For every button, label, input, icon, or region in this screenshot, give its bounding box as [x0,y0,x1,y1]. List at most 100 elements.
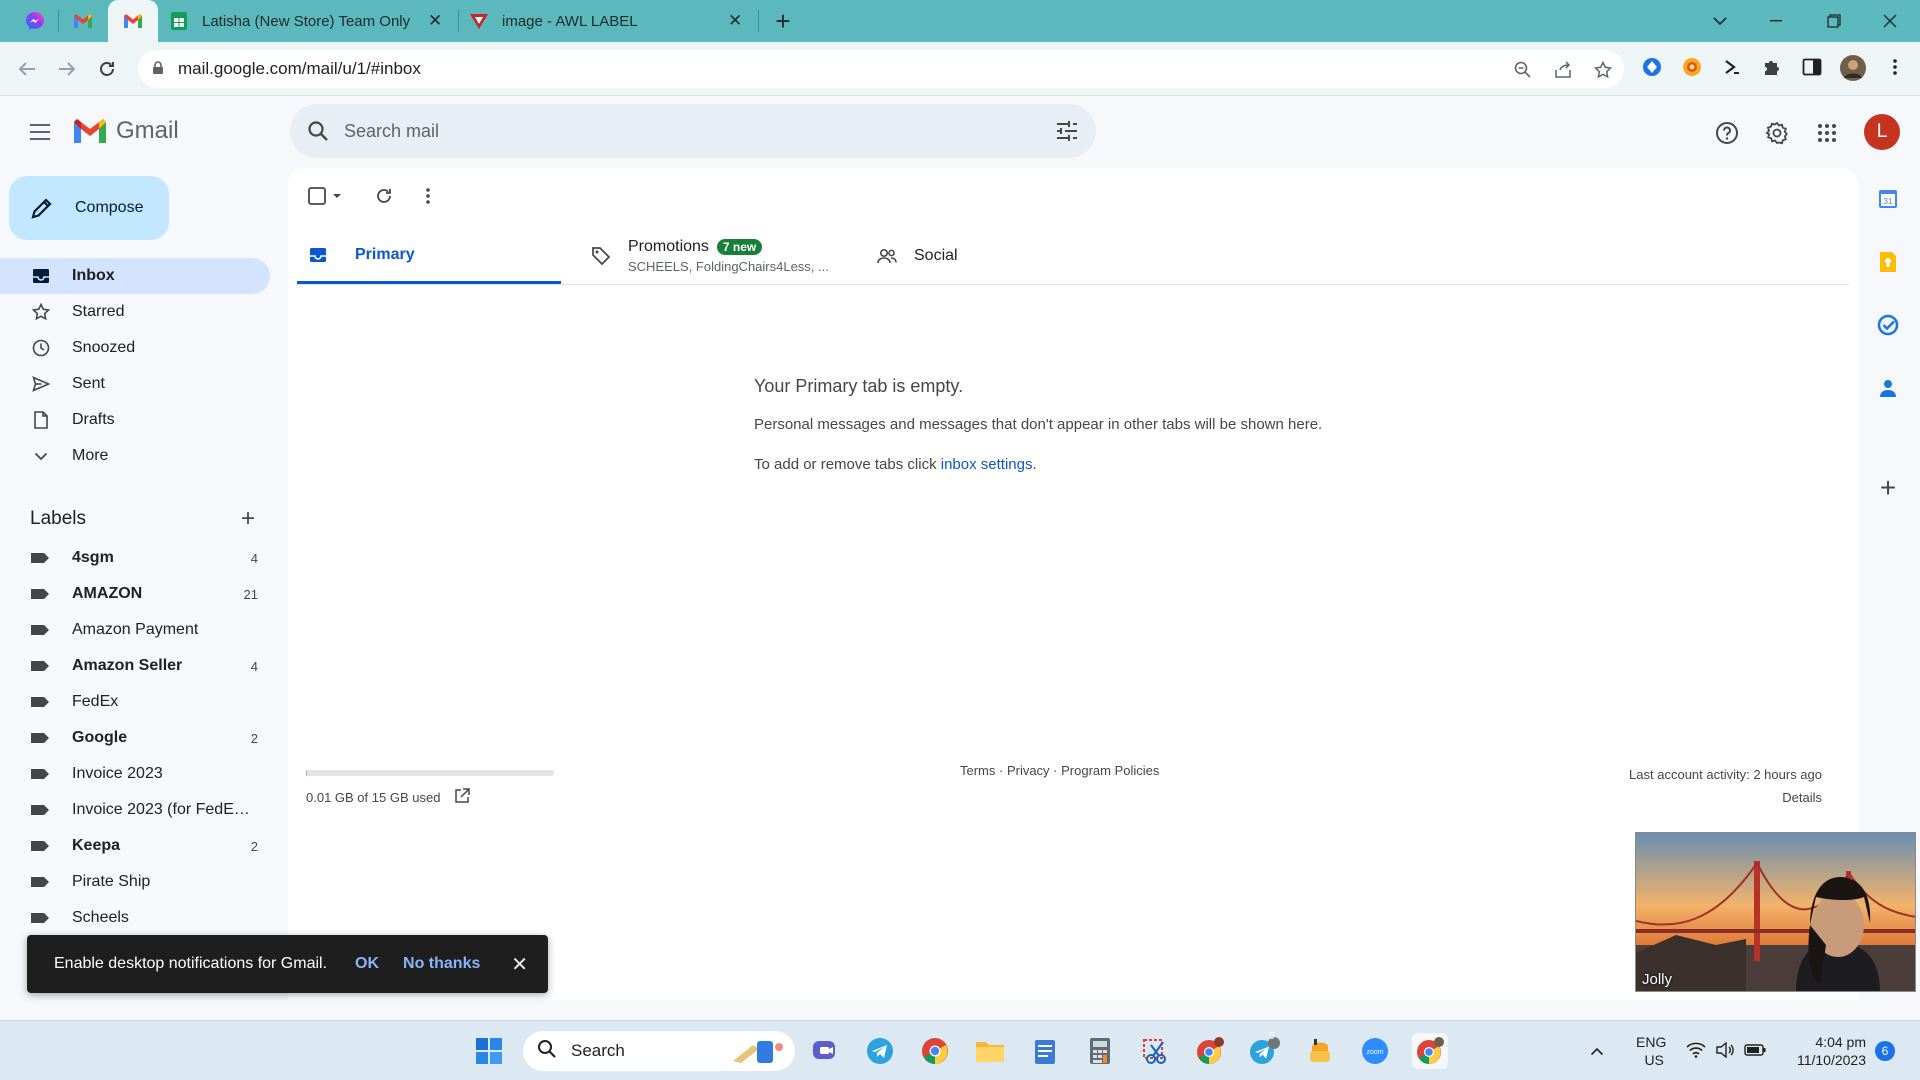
nav-drafts[interactable]: Drafts [0,402,270,438]
google-calendar-icon[interactable]: 31 [1873,184,1903,214]
system-tray-icons[interactable] [1686,1021,1766,1080]
create-label-plus-icon[interactable]: + [236,505,260,533]
notification-center[interactable]: 6 [1875,1021,1895,1080]
label-item[interactable]: Keepa 2 [0,828,270,864]
extensions-puzzle-icon[interactable] [1761,56,1783,78]
main-menu-icon[interactable] [26,118,54,146]
url-bar[interactable]: mail.google.com/mail/u/1/#inbox [138,50,1624,88]
zoom-icon[interactable]: zoom [1357,1033,1393,1069]
label-item[interactable]: Invoice 2023 [0,756,270,792]
open-in-new-icon[interactable] [454,788,471,807]
nav-inbox[interactable]: Inbox [0,258,270,294]
reload-icon[interactable] [90,52,124,86]
taskbar-search-box[interactable]: Search [523,1031,795,1071]
browser-tab-sheets[interactable]: Latisha (New Store) Team Only - ✕ [168,0,453,42]
more-options-icon[interactable] [414,182,442,210]
clock[interactable]: 4:04 pm 11/10/2023 [1788,1021,1866,1080]
gmail-logo[interactable]: Gmail [72,117,179,145]
activity-details-link[interactable]: Details [1629,786,1822,809]
inbox-settings-link[interactable]: inbox settings [941,456,1033,473]
footer-links[interactable]: Terms · Privacy · Program Policies [960,763,1159,778]
close-icon[interactable]: ✕ [728,11,742,31]
browser-menu-icon[interactable] [1884,56,1906,78]
tab-social[interactable]: Social [874,228,1074,284]
close-icon[interactable]: ✕ [428,11,442,31]
nav-starred[interactable]: Starred [0,294,270,330]
search-options-icon[interactable] [1054,118,1080,144]
google-contacts-icon[interactable] [1873,373,1903,403]
nav-snoozed[interactable]: Snoozed [0,330,270,366]
settings-gear-icon[interactable] [1762,118,1792,148]
side-panel-icon[interactable] [1801,56,1823,78]
label-item[interactable]: Pirate Ship [0,864,270,900]
teams-chat-icon[interactable] [807,1033,843,1069]
help-icon[interactable] [1712,118,1742,148]
app-hat-icon[interactable] [1302,1033,1338,1069]
compose-button[interactable]: Compose [9,176,169,240]
windows-start-icon[interactable] [471,1033,507,1069]
account-avatar[interactable]: L [1864,114,1900,150]
chrome-active-icon[interactable] [1412,1033,1448,1069]
label-item[interactable]: Amazon Payment [0,612,270,648]
snipping-tool-icon[interactable] [1137,1033,1173,1069]
browser-tab-awl-label[interactable]: image - AWL LABEL ✕ [468,0,753,42]
star-icon [30,301,52,323]
extension-arrow-icon[interactable] [1721,56,1743,78]
url-text[interactable]: mail.google.com/mail/u/1/#inbox [178,59,421,79]
browser-tab-messenger[interactable] [20,0,50,42]
show-hidden-icons-chevron[interactable] [1590,1021,1604,1080]
notepad-icon[interactable] [1027,1033,1063,1069]
google-apps-icon[interactable] [1812,118,1842,148]
language-indicator[interactable]: ENG US [1636,1021,1666,1080]
nav-more[interactable]: More [0,438,270,474]
bookmark-star-icon[interactable] [1592,59,1614,81]
extension-orange-icon[interactable] [1681,56,1703,78]
toast-ok-button[interactable]: OK [355,955,379,973]
share-icon[interactable] [1552,59,1574,81]
calculator-icon[interactable] [1082,1033,1118,1069]
zoom-icon[interactable] [1512,59,1534,81]
toast-no-thanks-button[interactable]: No thanks [403,955,480,973]
get-addons-plus-icon[interactable]: + [1873,472,1903,503]
label-item[interactable]: Amazon Seller 4 [0,648,270,684]
browser-tab-gmail-1[interactable] [68,0,98,42]
select-all-checkbox[interactable] [306,182,348,210]
telegram-unread-count: 3 [1269,1031,1275,1042]
label-item[interactable]: 4sgm 4 [0,540,270,576]
browser-tab-gmail-active[interactable] [108,0,158,42]
google-tasks-icon[interactable] [1873,310,1903,340]
tab-promotions[interactable]: Promotions 7 new SCHEELS, FoldingChairs4… [588,228,852,284]
label-item[interactable]: Google 2 [0,720,270,756]
close-icon[interactable]: ✕ [511,952,528,977]
lock-icon[interactable] [152,60,170,78]
refresh-icon[interactable] [370,182,398,210]
profile-avatar[interactable] [1839,54,1867,82]
people-icon [876,245,898,267]
close-window-icon[interactable] [1862,0,1918,42]
google-keep-icon[interactable] [1873,247,1903,277]
new-tab-button[interactable]: + [768,0,798,42]
search-icon[interactable] [304,117,332,145]
extension-blue-icon[interactable] [1641,56,1663,78]
tab-search-icon[interactable] [1692,0,1748,42]
forward-icon[interactable] [50,52,84,86]
label-item[interactable]: Scheels [0,900,270,936]
file-explorer-icon[interactable] [972,1033,1008,1069]
telegram-icon[interactable] [862,1033,898,1069]
video-call-thumbnail[interactable]: Jolly [1635,832,1916,992]
restore-icon[interactable] [1806,0,1862,42]
telegram-badge-icon[interactable]: 3 [1247,1031,1283,1069]
label-item[interactable]: FedEx [0,684,270,720]
back-icon[interactable] [10,52,44,86]
tab-primary[interactable]: Primary [297,228,561,284]
send-icon [30,373,52,395]
label-name: Google [72,729,128,746]
minimize-icon[interactable] [1748,0,1804,42]
label-item[interactable]: AMAZON 21 [0,576,270,612]
search-mail-box[interactable]: Search mail [290,104,1096,158]
nav-sent[interactable]: Sent [0,366,270,402]
chrome-profile-icon[interactable] [1192,1033,1228,1069]
chrome-icon[interactable] [917,1033,953,1069]
search-input[interactable]: Search mail [344,121,439,142]
label-item[interactable]: Invoice 2023 (for FedEx ... [0,792,270,828]
